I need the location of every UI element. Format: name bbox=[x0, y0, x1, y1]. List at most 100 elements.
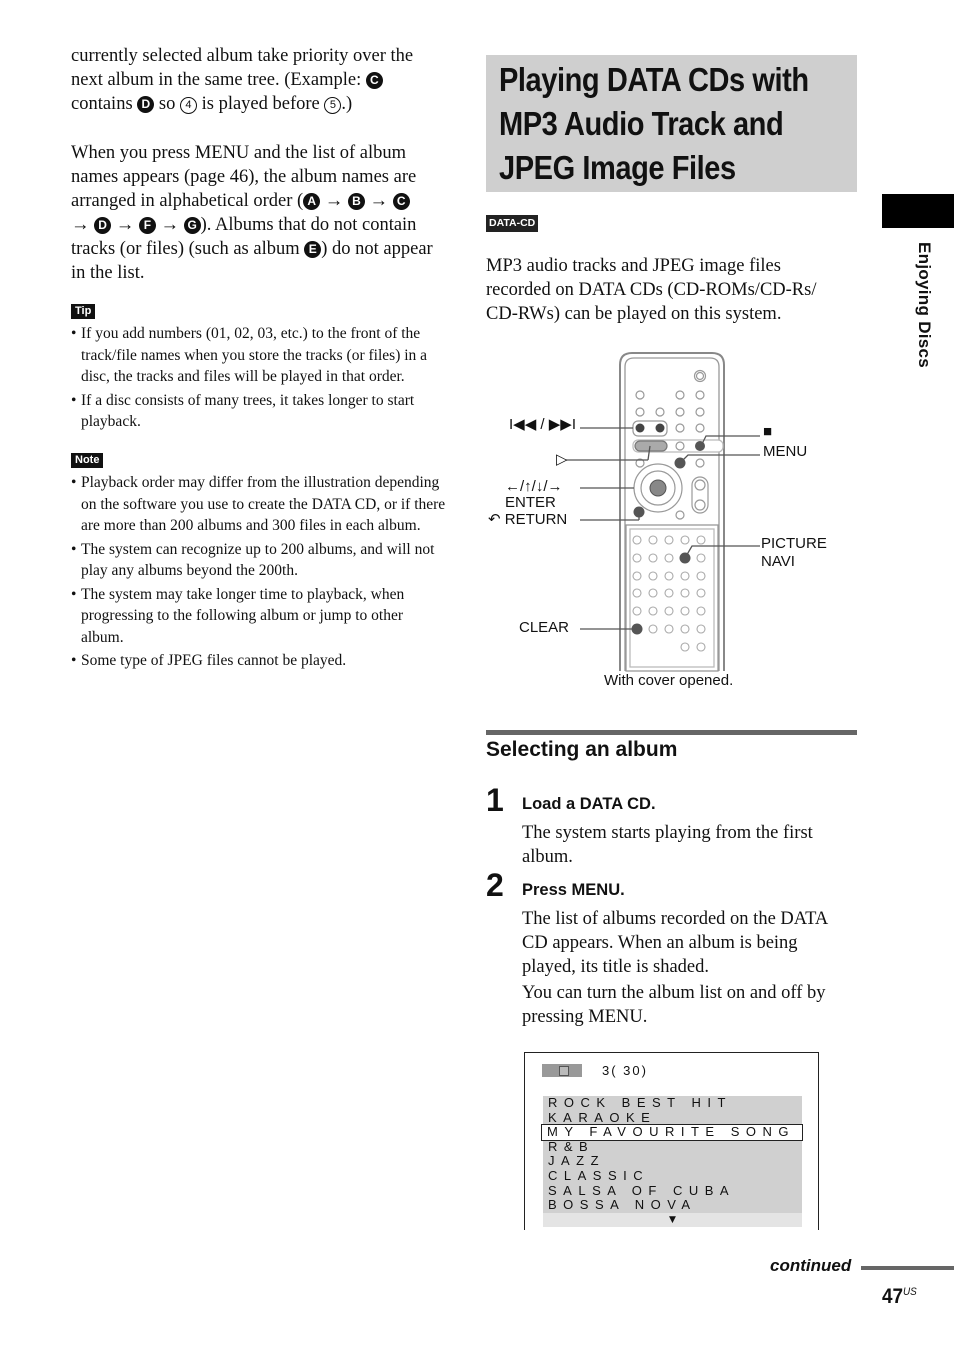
continued-label: continued bbox=[770, 1256, 852, 1275]
album-c-marker: C bbox=[392, 193, 410, 210]
scroll-down-icon[interactable]: ▼ bbox=[543, 1212, 802, 1227]
tip-item: If you add numbers (01, 02, 03, etc.) to… bbox=[71, 323, 446, 388]
step-body: The system starts playing from the first… bbox=[522, 823, 813, 867]
text-line: names appears (page 46), the album names… bbox=[71, 167, 417, 187]
text-line: next album in the same tree. (Example: C bbox=[71, 68, 451, 92]
menu-label: MENU bbox=[763, 443, 808, 460]
text: contains bbox=[71, 94, 138, 114]
note-label: Note bbox=[71, 453, 104, 468]
album-icon bbox=[559, 1066, 569, 1076]
illustration-caption: With cover opened. bbox=[604, 672, 734, 689]
text-line: When you press MENU and the list of albu… bbox=[71, 143, 406, 163]
intro-text: MP3 audio tracks and JPEG image files re… bbox=[486, 254, 856, 326]
album-list-screen: 3( 30) ROCK BEST HIT KARAOKE MY FAVOURIT… bbox=[524, 1052, 819, 1230]
album-icon-bar bbox=[542, 1064, 582, 1077]
section-heading: Selecting an album bbox=[486, 738, 678, 761]
data-cd-badge: DATA-CD bbox=[486, 213, 539, 232]
album-list-item[interactable]: SALSA OF CUBA bbox=[543, 1183, 802, 1199]
text: so bbox=[154, 94, 180, 114]
text-line: contains D so 4 is played before 5.) bbox=[71, 92, 451, 116]
arrow-icon: → bbox=[115, 215, 135, 235]
stop-label: ■ bbox=[763, 423, 773, 440]
step-number: 2 bbox=[486, 867, 504, 903]
label-text: PICTURE bbox=[761, 535, 827, 552]
section-rule bbox=[486, 730, 857, 735]
title-text: Playing DATA CDs with MP3 Audio Track an… bbox=[499, 55, 814, 190]
text-line: currently selected album take priority o… bbox=[71, 46, 414, 66]
label-text: NAVI bbox=[761, 553, 795, 570]
page-suffix: US bbox=[903, 1286, 917, 1298]
step-body: The list of albums recorded on the DATA … bbox=[522, 909, 828, 977]
album-f-marker: F bbox=[138, 217, 156, 234]
play-label: ▷ bbox=[556, 451, 568, 468]
step-title: Load a DATA CD. bbox=[522, 795, 656, 813]
album-d-marker: D bbox=[94, 217, 112, 234]
text-line: in the list. bbox=[71, 263, 145, 283]
return-icon: ↶ bbox=[488, 511, 501, 528]
arrow-icon: → bbox=[324, 191, 344, 211]
note-item: The system may take longer time to playb… bbox=[71, 584, 446, 649]
text-line: arranged in alphabetical order (A → B → … bbox=[71, 189, 451, 213]
tip-section: Tip bbox=[71, 301, 96, 319]
enter-label: ENTER bbox=[505, 494, 556, 511]
picture-navi-label: PICTURE NAVI bbox=[761, 535, 827, 571]
numeric-keypad bbox=[632, 535, 706, 652]
clear-label: CLEAR bbox=[519, 619, 570, 636]
album-list-item[interactable]: KARAOKE bbox=[543, 1110, 802, 1126]
album-list-item[interactable]: BOSSA NOVA bbox=[543, 1198, 802, 1213]
album-c-marker: C bbox=[365, 72, 383, 89]
tip-list: If you add numbers (01, 02, 03, etc.) to… bbox=[71, 323, 446, 435]
text: ) do not appear bbox=[321, 239, 433, 259]
page-title: Playing DATA CDs with MP3 Audio Track an… bbox=[486, 55, 857, 192]
album-list-item[interactable]: ROCK BEST HIT bbox=[543, 1095, 802, 1111]
album-a-marker: A bbox=[303, 193, 321, 210]
album-list-item[interactable]: CLASSIC bbox=[543, 1168, 802, 1184]
album-list-item-selected[interactable]: MY FAVOURITE SONG bbox=[541, 1124, 803, 1141]
note-section: Note bbox=[71, 450, 104, 468]
title-line: Playing DATA CDs with bbox=[499, 61, 809, 98]
text: arranged in alphabetical order ( bbox=[71, 191, 304, 211]
return-label: ↶ RETURN bbox=[488, 511, 567, 529]
arrow-icon: → bbox=[160, 215, 180, 235]
note-item: Playback order may differ from the illus… bbox=[71, 472, 446, 537]
text-line: → D → F → G). Albums that do not contain bbox=[71, 213, 451, 237]
text-line: recorded on DATA CDs (CD-ROMs/CD-Rs/ bbox=[486, 280, 817, 300]
album-d-marker: D bbox=[137, 96, 155, 113]
file-5-marker: 5 bbox=[324, 97, 342, 114]
title-line: JPEG Image Files bbox=[499, 149, 736, 186]
text: .) bbox=[341, 94, 353, 114]
menu-order-paragraph: When you press MENU and the list of albu… bbox=[71, 141, 451, 285]
album-counter: 3( 30) bbox=[602, 1063, 648, 1078]
tip-item: If a disc consists of many trees, it tak… bbox=[71, 390, 446, 433]
note-item: Some type of JPEG files cannot be played… bbox=[71, 650, 446, 672]
note-item: The system can recognize up to 200 album… bbox=[71, 539, 446, 582]
note-list: Playback order may differ from the illus… bbox=[71, 472, 446, 674]
badge-text: DATA-CD bbox=[486, 215, 539, 232]
step-number: 1 bbox=[486, 782, 504, 818]
prev-next-label: I◀◀ / ▶▶I bbox=[509, 416, 576, 433]
title-line: MP3 Audio Track and bbox=[499, 105, 784, 142]
album-b-marker: B bbox=[347, 193, 365, 210]
album-list: ROCK BEST HIT KARAOKE MY FAVOURITE SONG … bbox=[541, 1095, 803, 1227]
text: is played before bbox=[196, 94, 325, 114]
text-line: tracks (or files) (such as album E) do n… bbox=[71, 237, 451, 261]
text-line: MP3 audio tracks and JPEG image files bbox=[486, 256, 781, 276]
arrow-icon: → bbox=[369, 191, 389, 211]
intro-paragraph: currently selected album take priority o… bbox=[71, 44, 451, 116]
text: next album in the same tree. (Example: bbox=[71, 70, 366, 90]
album-list-item[interactable]: R&B bbox=[543, 1139, 802, 1155]
side-tab-label: Enjoying Discs bbox=[915, 242, 934, 369]
page-number: 47US bbox=[882, 1285, 917, 1309]
remote-buttons bbox=[632, 369, 724, 520]
label-text: RETURN bbox=[504, 511, 568, 528]
tip-label: Tip bbox=[71, 304, 96, 319]
file-4-marker: 4 bbox=[179, 97, 197, 114]
step-title: Press MENU. bbox=[522, 881, 625, 899]
album-g-marker: G bbox=[183, 217, 201, 234]
text-line: CD-RWs) can be played on this system. bbox=[486, 304, 782, 324]
side-tab-block bbox=[882, 194, 954, 228]
text: tracks (or files) (such as album bbox=[71, 239, 305, 259]
album-list-item[interactable]: JAZZ bbox=[543, 1154, 802, 1169]
page-number-value: 47 bbox=[882, 1285, 904, 1308]
arrow-icon: → bbox=[71, 215, 90, 235]
